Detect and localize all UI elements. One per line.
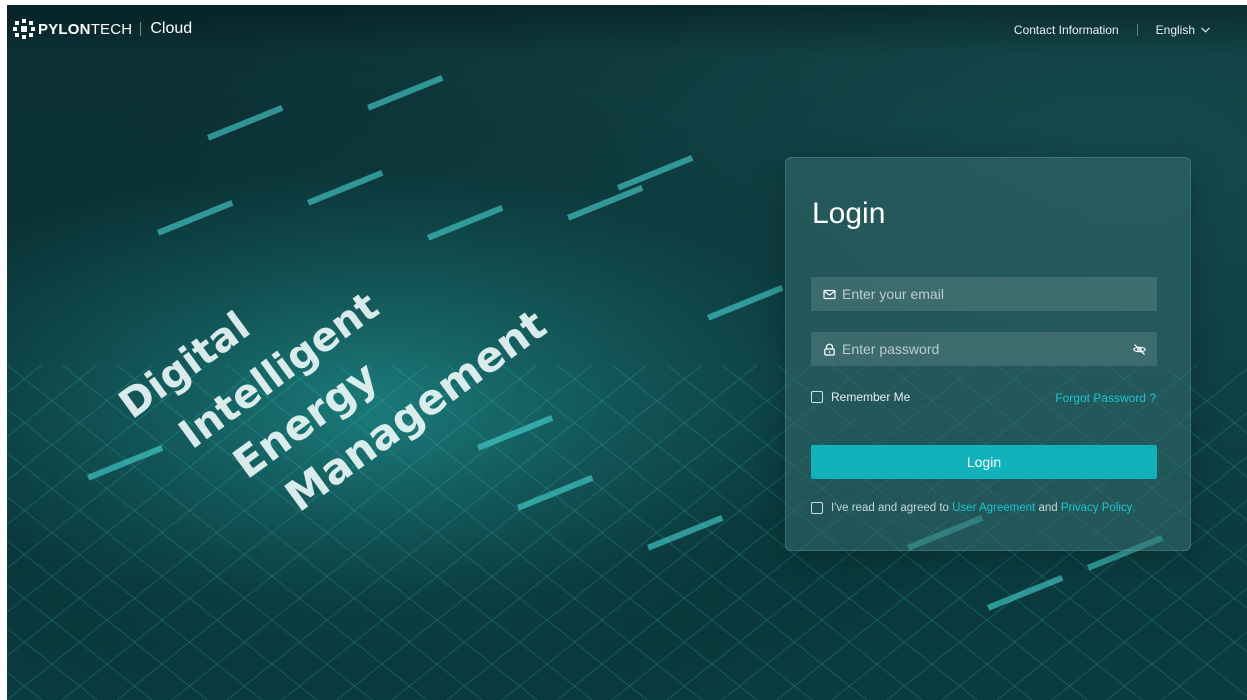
forgot-password-link[interactable]: Forgot Password ? (1055, 391, 1156, 405)
chevron-down-icon (1201, 27, 1210, 33)
agreement-prefix: I've read and agreed to (831, 502, 949, 514)
contact-information-link[interactable]: Contact Information (1014, 23, 1119, 37)
password-input[interactable] (842, 341, 1126, 357)
login-card: Login Remember Me Forg (785, 157, 1191, 551)
password-field[interactable] (811, 332, 1157, 366)
brand-name: PYLONTECH (38, 21, 132, 38)
agreement-period: . (1132, 502, 1136, 514)
agreement-checkbox[interactable] (811, 502, 823, 514)
agreement-consent: I've read and agreed to User Agreement a… (811, 502, 1136, 514)
language-label: English (1155, 23, 1195, 37)
language-selector[interactable]: English (1156, 23, 1210, 37)
pylontech-logo-mark-icon (13, 19, 35, 39)
login-page: Digital Intelligent Energy Management PY… (0, 0, 1247, 700)
product-name: Cloud (150, 20, 193, 37)
lock-icon (824, 343, 835, 356)
remember-me-checkbox[interactable] (811, 391, 823, 403)
remember-me-label: Remember Me (831, 390, 911, 404)
mail-icon (823, 289, 836, 299)
top-navigation-bar: PYLONTECH Cloud Contact Information Engl… (7, 5, 1247, 55)
email-field[interactable] (811, 277, 1157, 311)
logo-divider (140, 22, 142, 36)
eye-off-icon[interactable] (1132, 342, 1147, 357)
agreement-and: and (1038, 502, 1058, 514)
brand-name-light: TECH (90, 20, 133, 38)
header-divider (1136, 24, 1138, 36)
email-input[interactable] (842, 286, 1147, 302)
brand-name-bold: PYLON (38, 20, 91, 38)
privacy-policy-link[interactable]: Privacy Policy (1061, 502, 1133, 514)
user-agreement-link[interactable]: User Agreement (952, 502, 1035, 514)
login-title: Login (812, 197, 886, 230)
remember-me[interactable]: Remember Me (811, 390, 910, 404)
header-actions: Contact Information English (1014, 23, 1210, 37)
pylontech-cloud-logo[interactable]: PYLONTECH Cloud (13, 19, 192, 39)
login-button[interactable]: Login (811, 445, 1157, 479)
